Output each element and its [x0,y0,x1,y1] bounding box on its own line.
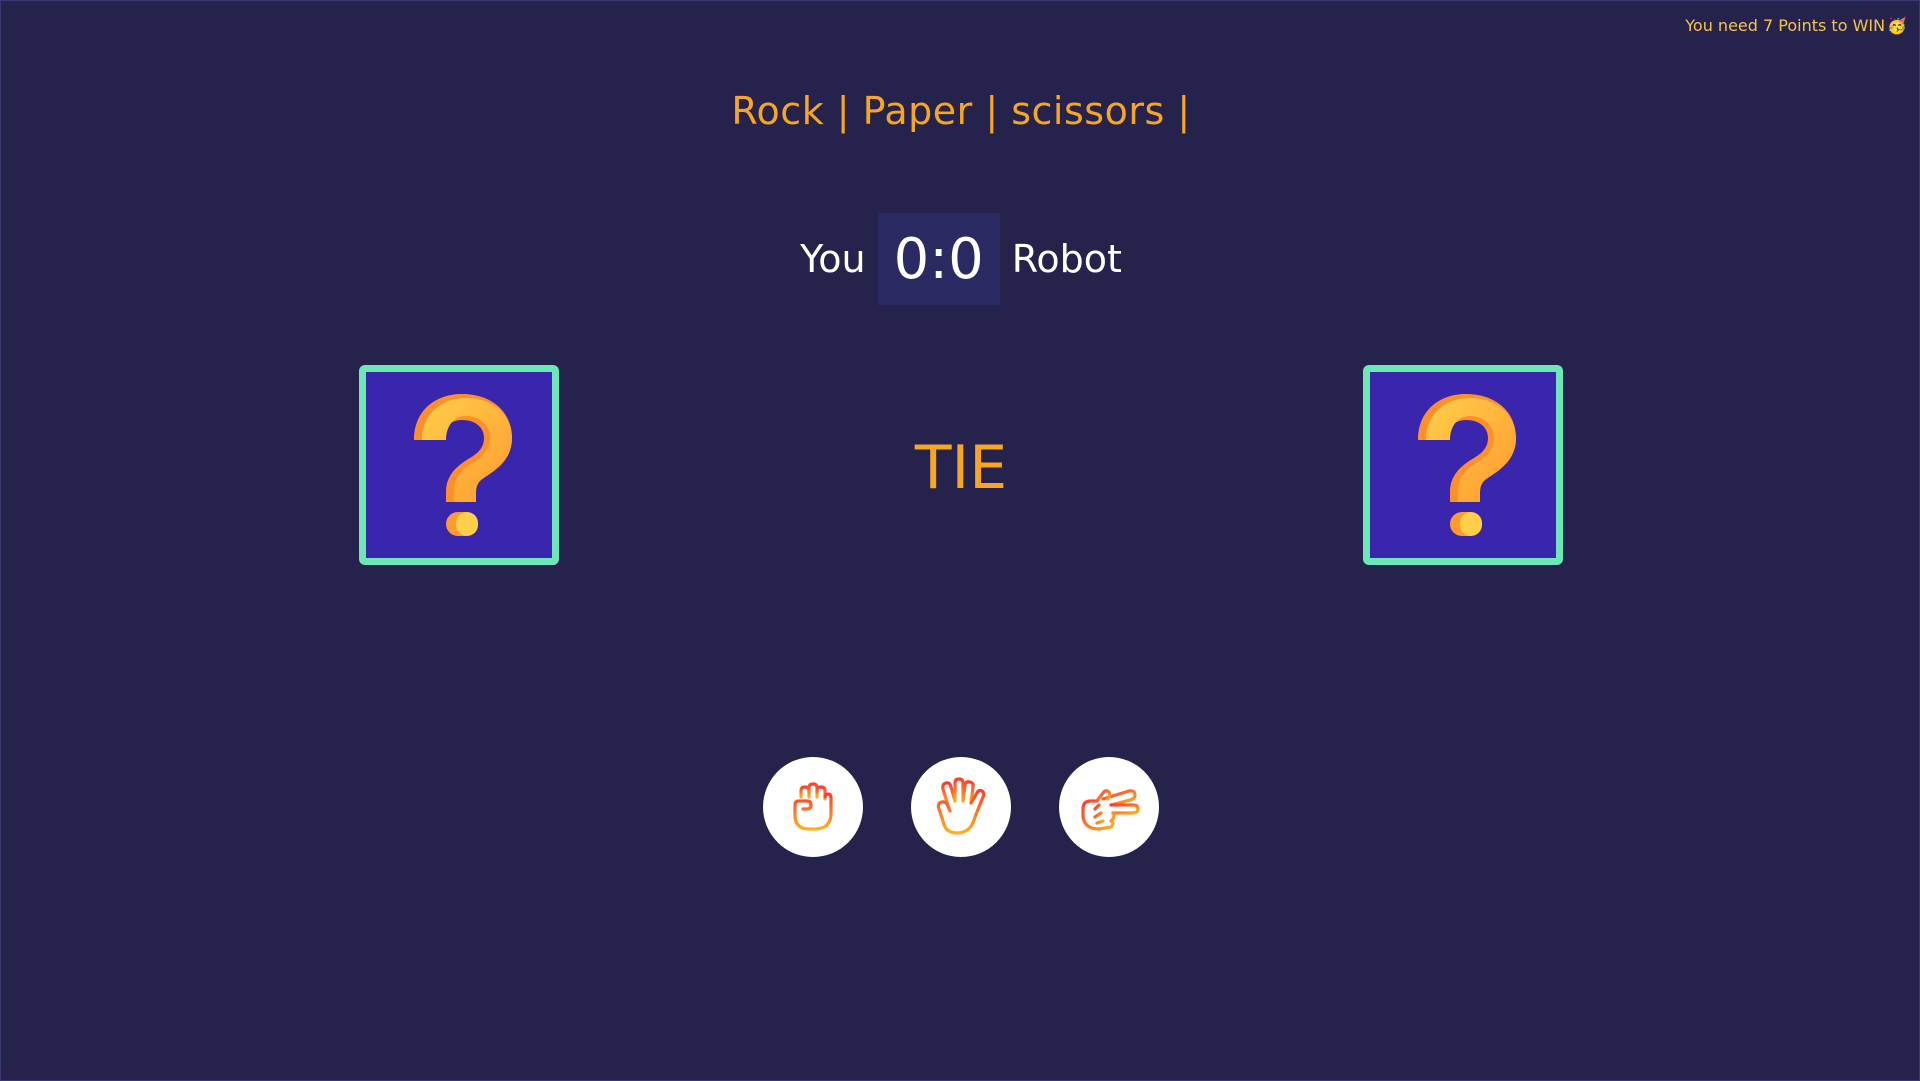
robot-label: Robot [1011,237,1122,281]
question-mark-icon [1418,394,1516,536]
party-face-icon: 🥳 [1887,16,1907,35]
score-display: 0:0 [877,213,1000,305]
game-screen: You need 7 Points to WIN 🥳 Rock | Paper … [0,0,1920,1081]
round-result: TIE [914,433,1008,503]
fist-icon [793,782,833,831]
paper-button[interactable] [911,757,1011,857]
win-condition-note: You need 7 Points to WIN 🥳 [1685,16,1907,35]
move-buttons [1,757,1920,857]
rock-button[interactable] [763,757,863,857]
scoreboard: You 0:0 Robot [1,213,1920,305]
open-hand-icon [936,777,986,835]
win-condition-text: You need 7 Points to WIN [1685,16,1886,35]
scissors-hand-icon [1081,789,1140,831]
scissors-button[interactable] [1059,757,1159,857]
player-label: You [800,237,866,281]
game-title: Rock | Paper | scissors | [731,89,1191,133]
robot-choice-card [1363,365,1563,565]
